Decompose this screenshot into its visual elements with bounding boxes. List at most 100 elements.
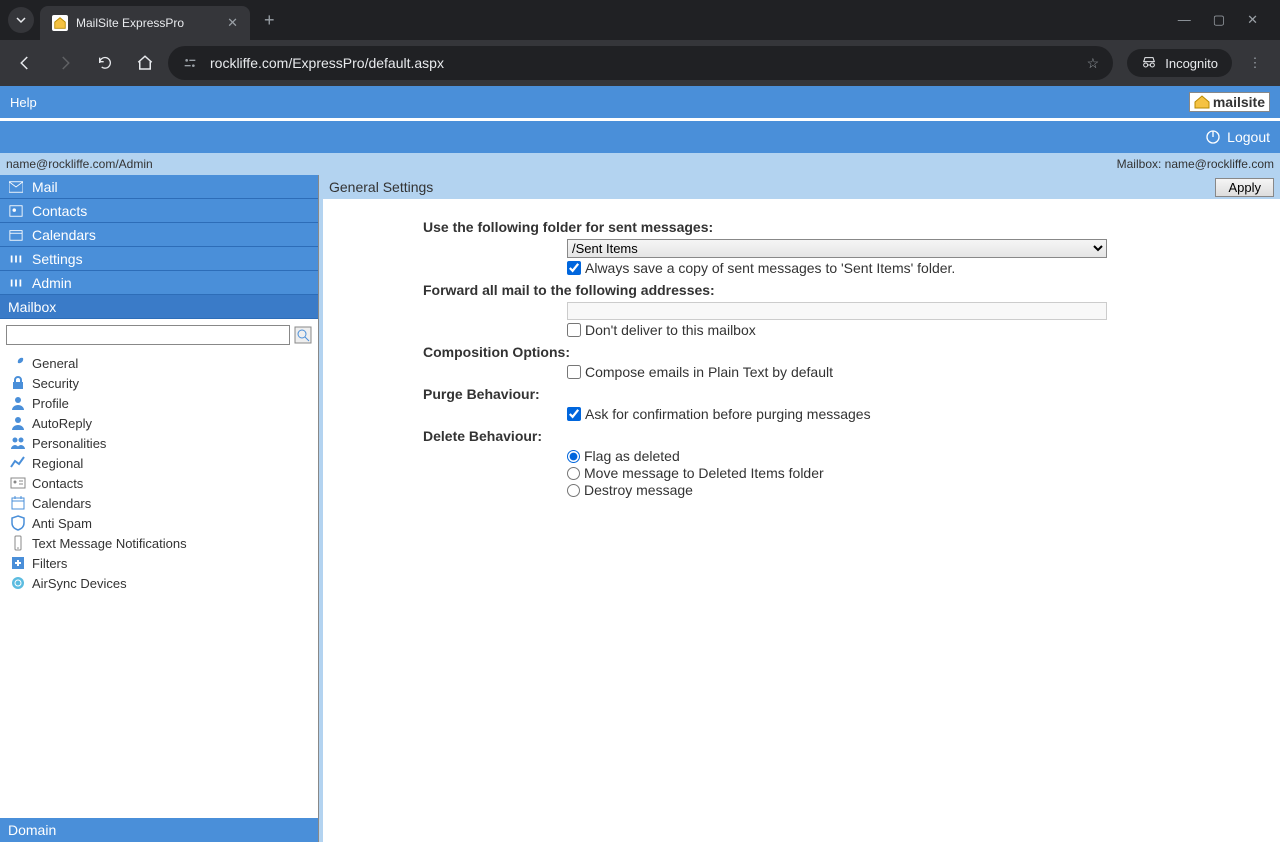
content-header: General Settings Apply xyxy=(323,175,1280,199)
home-button[interactable] xyxy=(128,46,162,80)
tree-item-label: Filters xyxy=(32,556,67,571)
tab-bar: MailSite ExpressPro ✕ + — ▢ ✕ xyxy=(0,0,1280,40)
url-input[interactable]: rockliffe.com/ExpressPro/default.aspx ☆ xyxy=(168,46,1113,80)
tree-item-regional[interactable]: Regional xyxy=(0,453,318,473)
phone-icon xyxy=(10,535,26,551)
minimize-icon[interactable]: — xyxy=(1178,12,1191,28)
logo-house-icon xyxy=(1194,95,1210,109)
dont-deliver-checkbox[interactable] xyxy=(567,323,581,337)
tree-item-label: Regional xyxy=(32,456,83,471)
window-controls: — ▢ ✕ xyxy=(1178,12,1272,28)
tree-item-anti-spam[interactable]: Anti Spam xyxy=(0,513,318,533)
tree-item-security[interactable]: Security xyxy=(0,373,318,393)
help-link[interactable]: Help xyxy=(10,95,37,110)
tab-search-dropdown[interactable] xyxy=(8,7,34,33)
destroy-radio[interactable] xyxy=(567,484,580,497)
calendar-icon xyxy=(10,495,26,511)
incognito-label: Incognito xyxy=(1165,56,1218,71)
nav-settings[interactable]: Settings xyxy=(0,247,318,271)
maximize-icon[interactable]: ▢ xyxy=(1213,12,1225,28)
browser-chrome: MailSite ExpressPro ✕ + — ▢ ✕ rockliffe.… xyxy=(0,0,1280,86)
tree-item-text-message-notifications[interactable]: Text Message Notifications xyxy=(0,533,318,553)
content: General Settings Apply Use the following… xyxy=(319,175,1280,842)
form-area: Use the following folder for sent messag… xyxy=(323,199,1280,842)
dont-deliver-label: Don't deliver to this mailbox xyxy=(585,322,756,338)
tree-item-label: AutoReply xyxy=(32,416,92,431)
logo-text: mailsite xyxy=(1213,94,1265,110)
new-tab-button[interactable]: + xyxy=(264,10,275,31)
sent-folder-label: Use the following folder for sent messag… xyxy=(423,219,1260,235)
forward-input[interactable] xyxy=(567,302,1107,320)
nav-mailbox-section[interactable]: Mailbox xyxy=(0,295,318,319)
nav-calendars-label: Calendars xyxy=(32,227,96,243)
logo-badge[interactable]: mailsite xyxy=(1189,92,1270,112)
composition-label: Composition Options: xyxy=(423,344,1260,360)
logout-label: Logout xyxy=(1227,129,1270,145)
compose-plain-checkbox[interactable] xyxy=(567,365,581,379)
tree-item-airsync-devices[interactable]: AirSync Devices xyxy=(0,573,318,593)
browser-menu-button[interactable]: ⋮ xyxy=(1238,55,1272,71)
site-settings-icon[interactable] xyxy=(182,55,198,71)
breadcrumb-bar: name@rockliffe.com/Admin Mailbox: name@r… xyxy=(0,153,1280,175)
nav-settings-label: Settings xyxy=(32,251,83,267)
breadcrumb-right: Mailbox: name@rockliffe.com xyxy=(1117,157,1274,171)
logout-button[interactable]: Logout xyxy=(1205,129,1270,145)
tree-item-personalities[interactable]: Personalities xyxy=(0,433,318,453)
nav-mailbox-label: Mailbox xyxy=(8,299,56,315)
sent-folder-select[interactable]: /Sent Items xyxy=(567,239,1107,258)
always-save-label: Always save a copy of sent messages to '… xyxy=(585,260,955,276)
flag-deleted-label: Flag as deleted xyxy=(584,448,680,464)
tree-item-general[interactable]: General xyxy=(0,353,318,373)
nav-domain-section[interactable]: Domain xyxy=(0,818,318,842)
nav-mail-label: Mail xyxy=(32,179,58,195)
forward-button[interactable] xyxy=(48,46,82,80)
tab-title: MailSite ExpressPro xyxy=(76,16,217,30)
plus-icon xyxy=(10,555,26,571)
sidebar-search-row xyxy=(0,319,318,351)
body-area: Mail Contacts Calendars Settings Admin M… xyxy=(0,175,1280,842)
browser-tab[interactable]: MailSite ExpressPro ✕ xyxy=(40,6,250,40)
move-deleted-radio[interactable] xyxy=(567,467,580,480)
destroy-label: Destroy message xyxy=(584,482,693,498)
tree-item-label: Anti Spam xyxy=(32,516,92,531)
calendar-icon xyxy=(8,228,24,242)
incognito-chip[interactable]: Incognito xyxy=(1127,49,1232,77)
nav-mail[interactable]: Mail xyxy=(0,175,318,199)
apply-button[interactable]: Apply xyxy=(1215,178,1274,197)
tab-close-icon[interactable]: ✕ xyxy=(227,15,238,31)
always-save-checkbox[interactable] xyxy=(567,261,581,275)
lock-icon xyxy=(10,375,26,391)
tree-item-contacts[interactable]: Contacts xyxy=(0,473,318,493)
tab-favicon-icon xyxy=(52,15,68,31)
close-window-icon[interactable]: ✕ xyxy=(1247,12,1258,28)
url-text: rockliffe.com/ExpressPro/default.aspx xyxy=(210,55,444,71)
search-go-icon[interactable] xyxy=(294,326,312,344)
chart-icon xyxy=(10,455,26,471)
admin-icon xyxy=(8,276,24,290)
reload-button[interactable] xyxy=(88,46,122,80)
tree-item-autoreply[interactable]: AutoReply xyxy=(0,413,318,433)
app: Help mailsite Logout name@rockliffe.com/… xyxy=(0,86,1280,842)
back-button[interactable] xyxy=(8,46,42,80)
nav-contacts[interactable]: Contacts xyxy=(0,199,318,223)
nav-admin[interactable]: Admin xyxy=(0,271,318,295)
nav-domain-label: Domain xyxy=(8,822,56,838)
tree-item-label: Calendars xyxy=(32,496,91,511)
shield-icon xyxy=(10,515,26,531)
flag-deleted-radio[interactable] xyxy=(567,450,580,463)
tree-item-label: Contacts xyxy=(32,476,83,491)
forward-label: Forward all mail to the following addres… xyxy=(423,282,1260,298)
nav-calendars[interactable]: Calendars xyxy=(0,223,318,247)
sidebar-search-input[interactable] xyxy=(6,325,290,345)
ask-confirm-checkbox[interactable] xyxy=(567,407,581,421)
bookmark-star-icon[interactable]: ☆ xyxy=(1087,55,1100,72)
ask-confirm-label: Ask for confirmation before purging mess… xyxy=(585,406,871,422)
sidebar: Mail Contacts Calendars Settings Admin M… xyxy=(0,175,319,842)
nav-contacts-label: Contacts xyxy=(32,203,87,219)
content-title: General Settings xyxy=(329,179,433,195)
breadcrumb-left: name@rockliffe.com/Admin xyxy=(6,157,153,171)
tree-item-filters[interactable]: Filters xyxy=(0,553,318,573)
tree-item-profile[interactable]: Profile xyxy=(0,393,318,413)
tree-item-calendars[interactable]: Calendars xyxy=(0,493,318,513)
tree-item-label: Text Message Notifications xyxy=(32,536,187,551)
